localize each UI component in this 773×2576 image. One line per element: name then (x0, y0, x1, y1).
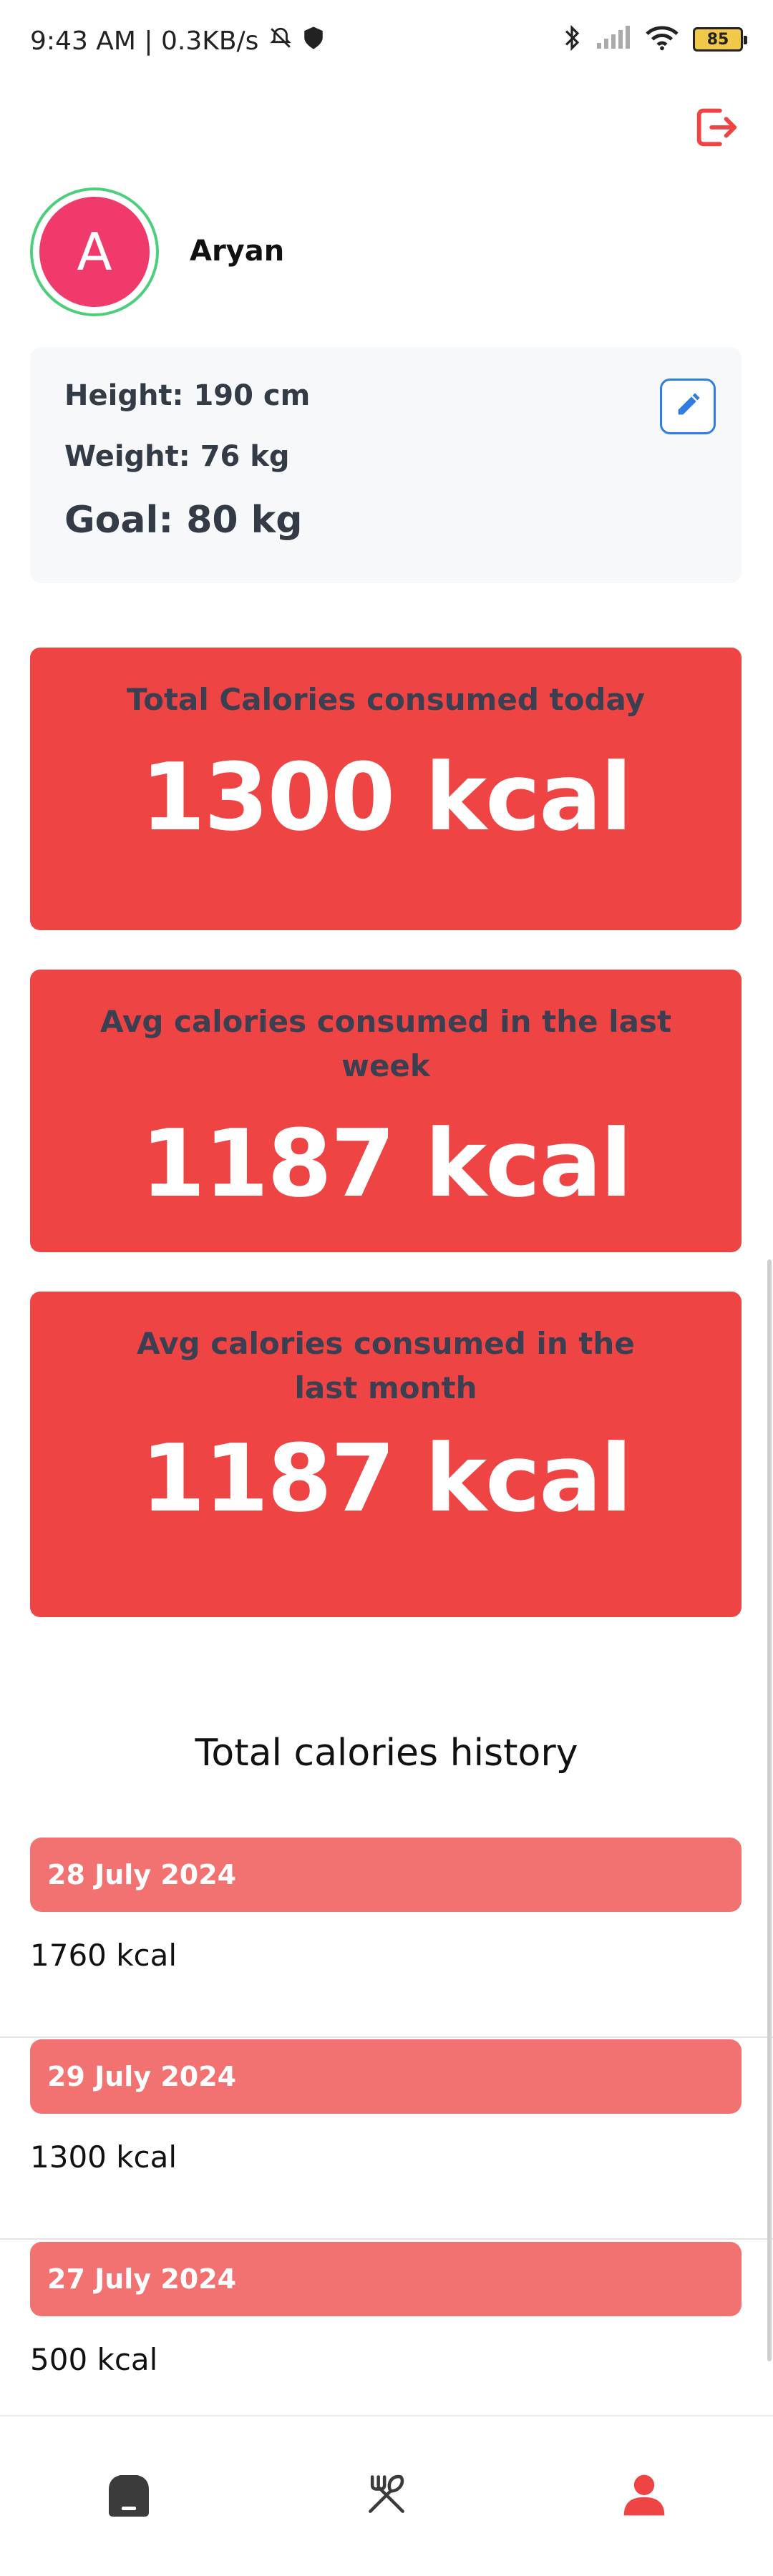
history-date: 29 July 2024 (30, 2039, 742, 2114)
card-value: 1187 kcal (140, 1109, 633, 1218)
user-info-card: Height: 190 cm Weight: 76 kg Goal: 80 kg (30, 347, 742, 583)
utensils-icon (362, 2471, 411, 2522)
card-value: 1187 kcal (140, 1424, 633, 1533)
edit-profile-button[interactable] (660, 379, 716, 434)
scrollbar[interactable] (767, 1259, 772, 2361)
bottom-navigation (0, 2415, 773, 2576)
card-label: Avg calories consumed in the last month (137, 1326, 635, 1405)
nav-home[interactable] (86, 2454, 172, 2540)
signal-icon (595, 26, 631, 53)
history-date: 27 July 2024 (30, 2242, 742, 2316)
history-date: 28 July 2024 (30, 1838, 742, 1912)
wifi-icon (646, 25, 679, 54)
calories-week-card: Avg calories consumed in the last week 1… (30, 970, 742, 1252)
calories-month-card: Avg calories consumed in the last month … (30, 1292, 742, 1617)
battery-indicator: 85 (693, 27, 747, 52)
avatar-letter: A (39, 197, 150, 307)
logout-icon (691, 102, 741, 155)
status-time-network: 9:43 AM | 0.3KB/s (30, 26, 259, 56)
calories-today-card: Total Calories consumed today 1300 kcal (30, 648, 742, 930)
history-item: 28 July 2024 1760 kcal (0, 1838, 773, 2038)
home-icon (103, 2472, 155, 2522)
card-label: Avg calories consumed in the last week (99, 1004, 672, 1083)
profile-icon (620, 2471, 669, 2522)
history-kcal: 1300 kcal (30, 2140, 178, 2175)
height-text: Height: 190 cm (64, 379, 311, 412)
nav-meals[interactable] (344, 2454, 429, 2540)
status-right: 85 (563, 24, 747, 54)
card-value: 1300 kcal (140, 743, 633, 852)
mute-icon (268, 26, 293, 57)
card-label: Total Calories consumed today (127, 682, 645, 717)
history-item: 27 July 2024 500 kcal (0, 2242, 773, 2415)
goal-text: Goal: 80 kg (64, 499, 303, 542)
history-kcal: 500 kcal (30, 2342, 158, 2377)
shield-icon (303, 26, 324, 57)
avatar: A (30, 187, 159, 316)
history-item: 29 July 2024 1300 kcal (0, 2039, 773, 2240)
history-kcal: 1760 kcal (30, 1938, 178, 1973)
pencil-icon (674, 391, 702, 422)
logout-button[interactable] (687, 100, 744, 157)
weight-text: Weight: 76 kg (64, 440, 290, 473)
status-bar: 9:43 AM | 0.3KB/s 85 (0, 0, 773, 86)
bluetooth-icon (563, 24, 581, 54)
user-name: Aryan (190, 235, 285, 268)
history-title: Total calories history (195, 1732, 578, 1775)
status-left: 9:43 AM | 0.3KB/s (30, 26, 324, 57)
nav-profile[interactable] (601, 2454, 687, 2540)
